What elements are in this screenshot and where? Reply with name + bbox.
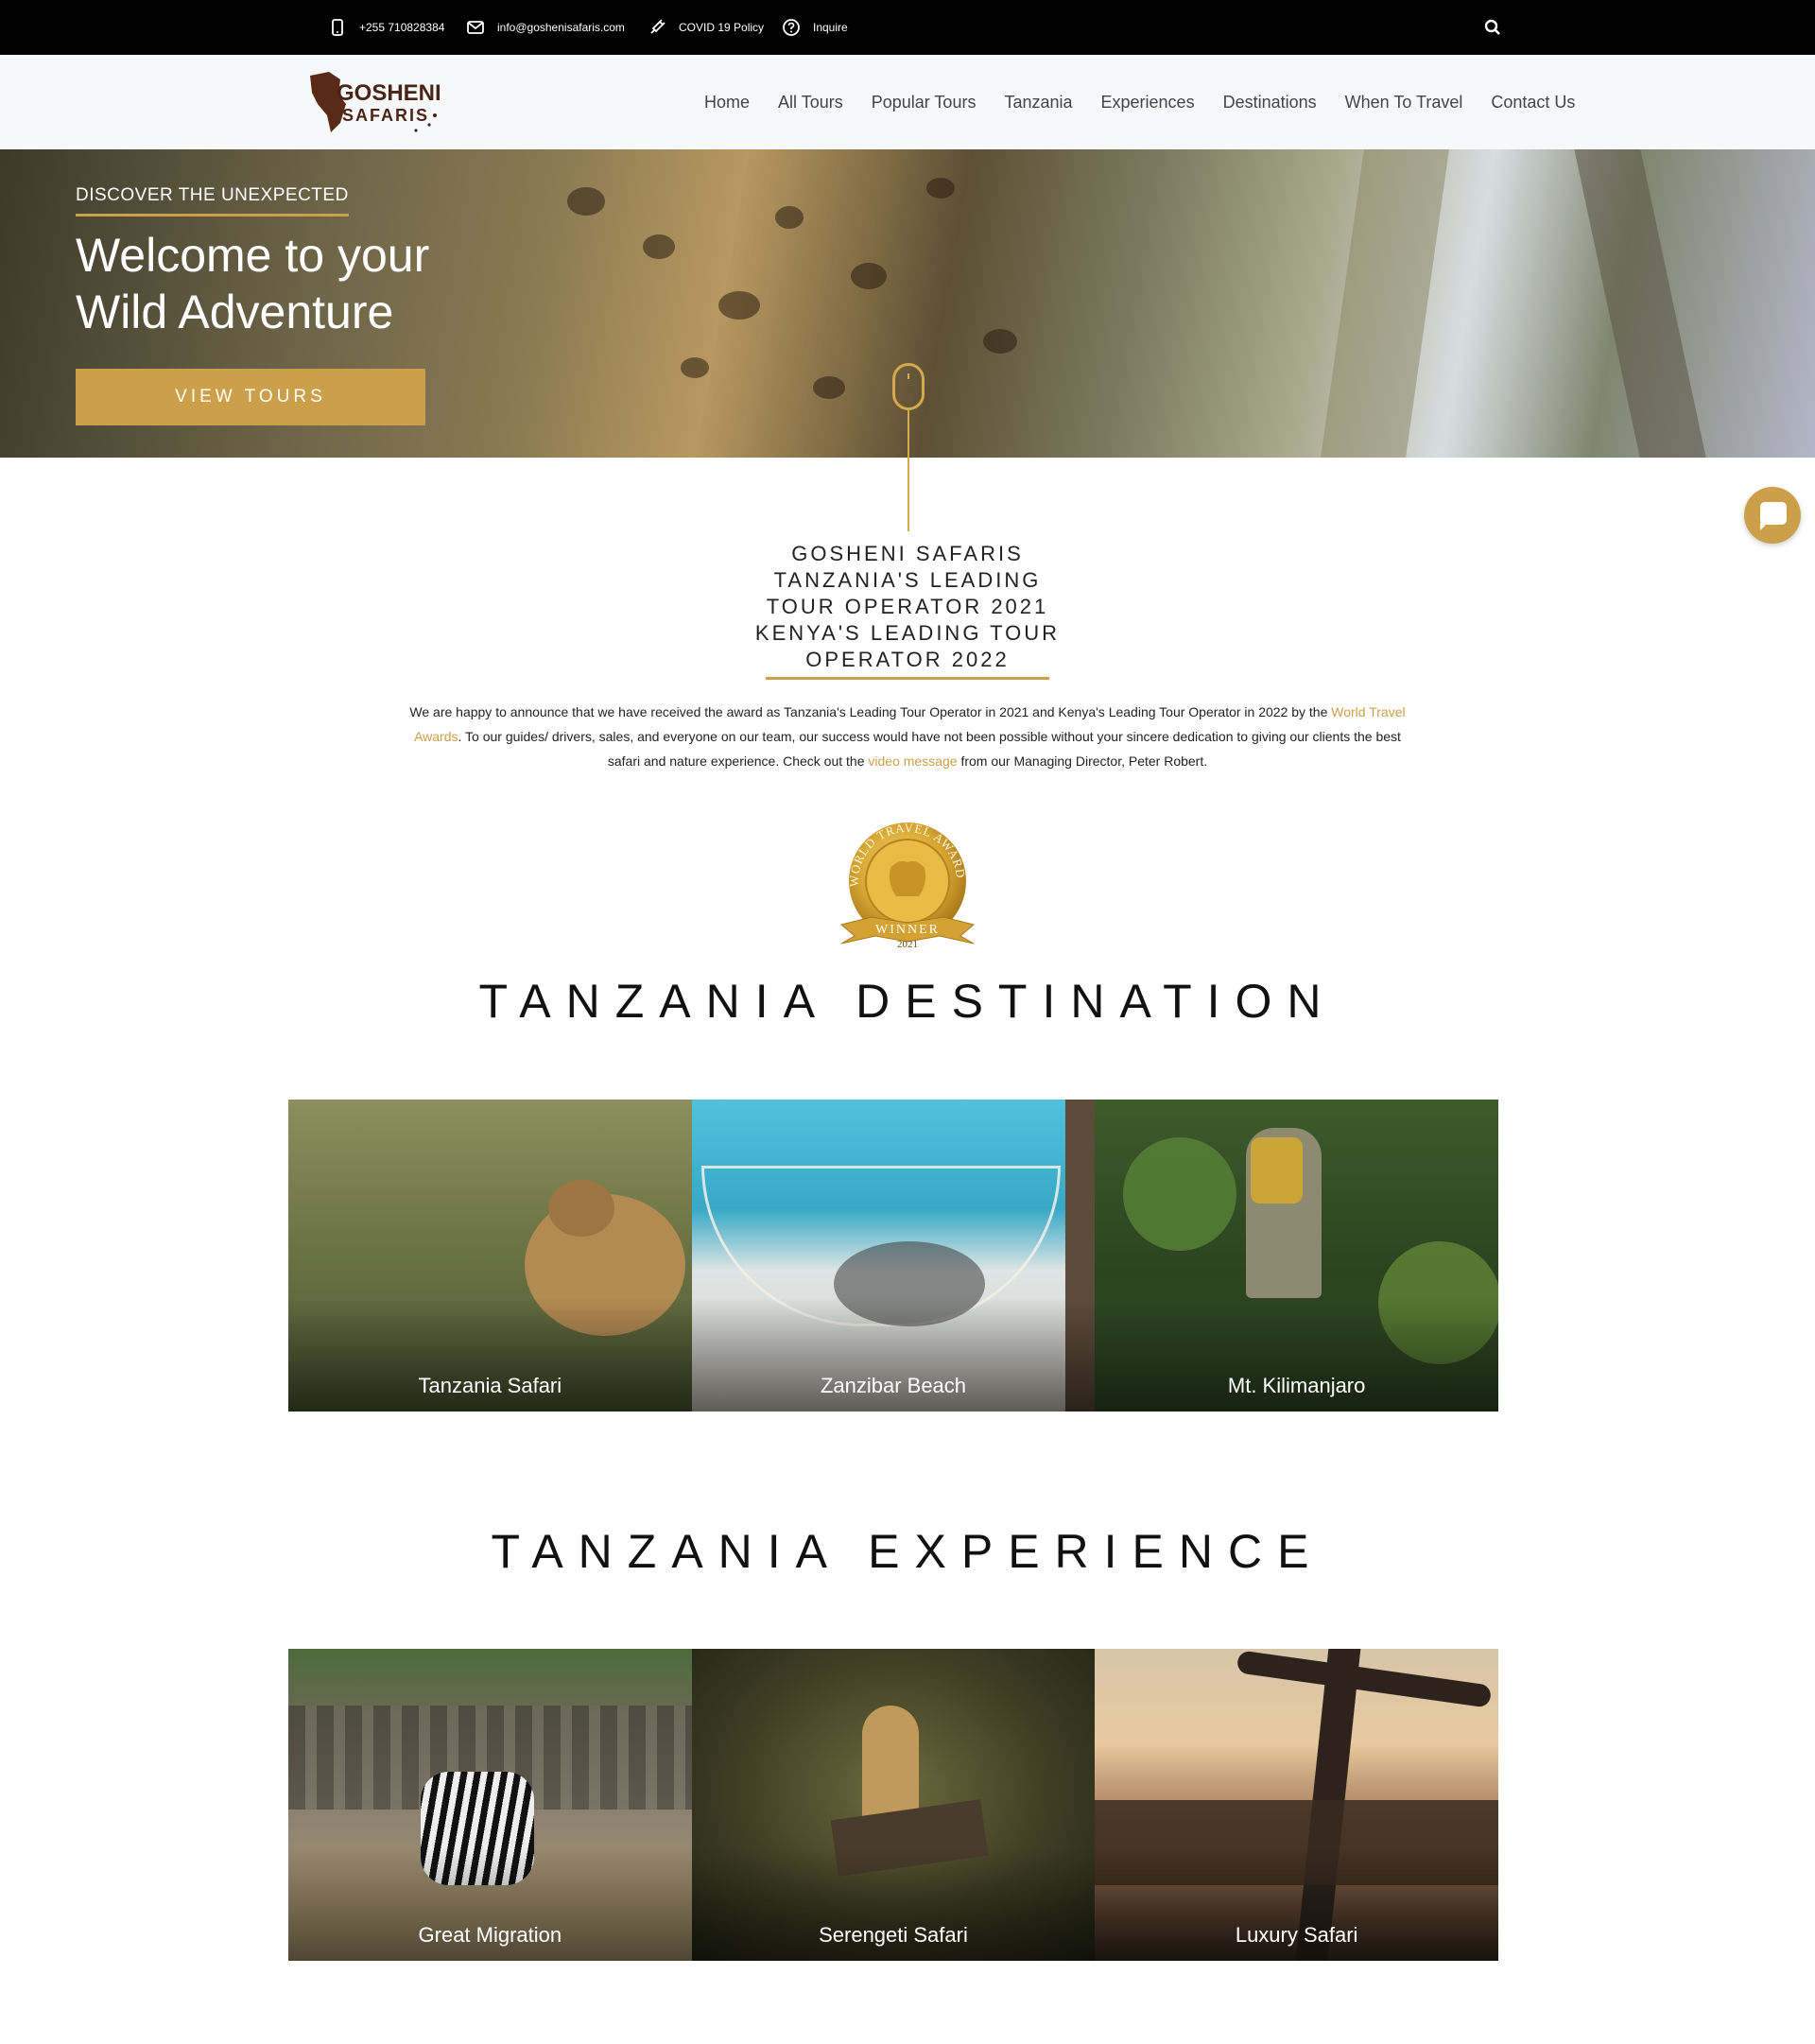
award-divider xyxy=(766,677,1049,680)
award-text-part: We are happy to announce that we have re… xyxy=(409,704,1332,719)
nav-destinations[interactable]: Destinations xyxy=(1223,93,1317,113)
logo-line2: SAFARIS xyxy=(342,106,429,125)
topbar-email[interactable]: info@goshenisafaris.com xyxy=(467,0,625,55)
award-heading-line: OPERATOR 2022 xyxy=(805,648,1010,671)
award-text-part: from our Managing Director, Peter Robert… xyxy=(957,754,1208,769)
card-great-migration[interactable]: Great Migration xyxy=(288,1649,692,1961)
award-heading-line: GOSHENI SAFARIS xyxy=(791,542,1024,565)
world-travel-awards-badge: WORLD TRAVEL AWARDS WINNER 2021 xyxy=(836,821,976,949)
scroll-mouse-icon[interactable] xyxy=(892,363,925,410)
site-header: GOSHENI SAFARIS Home All Tours Popular T… xyxy=(0,55,1815,149)
topbar-covid-text[interactable]: COVID 19 Policy xyxy=(679,21,764,34)
badge-year-text: 2021 xyxy=(897,939,918,949)
award-heading: GOSHENI SAFARIS TANZANIA'S LEADING TOUR … xyxy=(737,541,1078,673)
topbar-email-text[interactable]: info@goshenisafaris.com xyxy=(497,21,625,34)
card-mt-kilimanjaro[interactable]: Mt. Kilimanjaro xyxy=(1095,1100,1498,1412)
experience-title: TANZANIA EXPERIENCE xyxy=(491,1525,1324,1578)
syringe-icon xyxy=(650,19,666,34)
search-icon[interactable] xyxy=(1484,19,1501,36)
destination-title: TANZANIA DESTINATION xyxy=(478,975,1337,1028)
experience-cards: Great Migration Serengeti Safari Luxury … xyxy=(288,1649,1498,1961)
topbar-covid[interactable]: COVID 19 Policy xyxy=(648,0,764,55)
main-nav: Home All Tours Popular Tours Tanzania Ex… xyxy=(690,55,1575,149)
chat-button[interactable] xyxy=(1744,487,1801,544)
card-serengeti-safari[interactable]: Serengeti Safari xyxy=(691,1649,1096,1961)
hero-title: Welcome to your Wild Adventure xyxy=(76,229,430,338)
destination-cards: Tanzania Safari Zanzibar Beach Mt. Kilim… xyxy=(288,1100,1498,1412)
card-label: Tanzania Safari xyxy=(418,1374,562,1397)
award-heading-line: TOUR OPERATOR 2021 xyxy=(766,595,1049,618)
award-paragraph: We are happy to announce that we have re… xyxy=(403,700,1412,773)
question-icon xyxy=(783,19,800,36)
chat-icon xyxy=(1760,502,1787,530)
nav-experiences[interactable]: Experiences xyxy=(1101,93,1195,113)
card-luxury-safari[interactable]: Luxury Safari xyxy=(1095,1649,1498,1961)
card-tanzania-safari[interactable]: Tanzania Safari xyxy=(288,1100,692,1412)
phone-icon xyxy=(332,19,343,36)
card-label: Mt. Kilimanjaro xyxy=(1227,1374,1366,1397)
card-label: Zanzibar Beach xyxy=(820,1374,967,1397)
card-zanzibar-beach[interactable]: Zanzibar Beach xyxy=(691,1100,1096,1412)
nav-tanzania[interactable]: Tanzania xyxy=(1004,93,1072,113)
logo-line1: GOSHENI xyxy=(337,80,441,106)
card-label: Serengeti Safari xyxy=(819,1923,968,1947)
award-heading-line: TANZANIA'S LEADING xyxy=(773,568,1042,592)
topbar-inquire[interactable]: Inquire xyxy=(783,0,848,55)
top-bar: +255 710828384 info@goshenisafaris.com C… xyxy=(0,0,1815,55)
nav-home[interactable]: Home xyxy=(704,93,750,113)
video-message-link[interactable]: video message xyxy=(868,754,957,769)
topbar-phone[interactable]: +255 710828384 xyxy=(329,0,444,55)
mail-icon xyxy=(467,21,484,34)
site-logo[interactable]: GOSHENI SAFARIS xyxy=(302,66,444,140)
hero-kicker: DISCOVER THE UNEXPECTED xyxy=(76,185,349,217)
nav-when-to-travel[interactable]: When To Travel xyxy=(1345,93,1463,113)
award-heading-line: KENYA'S LEADING TOUR xyxy=(754,621,1061,645)
nav-popular-tours[interactable]: Popular Tours xyxy=(872,93,977,113)
nav-all-tours[interactable]: All Tours xyxy=(778,93,843,113)
card-label: Great Migration xyxy=(418,1923,562,1947)
nav-contact-us[interactable]: Contact Us xyxy=(1491,93,1575,113)
scroll-indicator-line xyxy=(908,410,909,531)
badge-ribbon-text: WINNER xyxy=(875,923,940,937)
topbar-inquire-text[interactable]: Inquire xyxy=(813,21,848,34)
card-label: Luxury Safari xyxy=(1235,1923,1358,1947)
topbar-phone-text[interactable]: +255 710828384 xyxy=(359,21,444,34)
view-tours-button[interactable]: VIEW TOURS xyxy=(76,369,425,425)
